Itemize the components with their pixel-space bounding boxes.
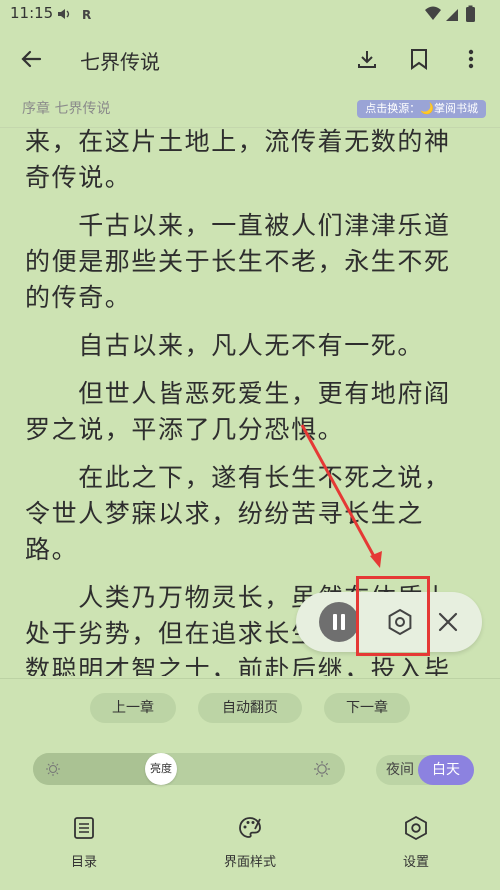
night-mode-option[interactable]: 夜间 [386, 755, 414, 785]
paragraph: 但世人皆恶死爱生，更有地府阎罗之说，平添了几分恐惧。 [25, 379, 451, 444]
brightness-low-icon [46, 762, 60, 776]
day-mode-option[interactable]: 白天 [418, 755, 474, 785]
catalog-icon [74, 817, 94, 839]
status-icons-right [424, 5, 480, 27]
palette-icon [239, 817, 261, 838]
day-night-toggle[interactable]: 夜间 白天 [376, 755, 474, 785]
r-icon: R [82, 8, 91, 22]
brightness-high-icon [314, 761, 330, 777]
top-actions [350, 44, 488, 74]
next-chapter-button[interactable]: 下一章 [324, 693, 410, 723]
nav-settings-label: 设置 [402, 855, 429, 870]
paragraph: 来，在这片土地上，流传着无数的神奇传说。 [25, 127, 451, 192]
more-vert-icon [468, 49, 474, 69]
prev-chapter-button[interactable]: 上一章 [90, 693, 176, 723]
app-bar: 七界传说 [0, 28, 500, 90]
tts-close-button[interactable] [436, 610, 460, 634]
brightness-knob[interactable]: 亮度 [145, 753, 177, 785]
bookmark-icon [411, 49, 427, 70]
chapter-name: 序章 七界传说 [22, 101, 111, 117]
battery-icon [466, 7, 475, 22]
bottom-nav: 目录 界面样式 设置 [0, 815, 500, 875]
close-icon [438, 612, 458, 632]
back-button[interactable] [16, 44, 46, 74]
chapter-info-row: 序章 七界传说 点击换源：🌙掌阅书城 [0, 96, 500, 122]
download-icon [358, 51, 376, 68]
highlight-box [356, 576, 430, 656]
status-icons-left: R [56, 6, 96, 26]
auto-page-button[interactable]: 自动翻页 [198, 693, 302, 723]
nav-style[interactable]: 界面样式 [200, 815, 300, 870]
reader-control-panel: 上一章 自动翻页 下一章 亮度 夜间 白天 目录 界面样式 设置 [0, 678, 500, 890]
status-time: 11:15 [10, 4, 54, 22]
download-button[interactable] [350, 44, 384, 74]
volume-icon: R [58, 8, 91, 22]
back-arrow-icon [21, 50, 42, 68]
paragraph: 自古以来，凡人无不有一死。 [25, 331, 425, 360]
nav-catalog-label: 目录 [70, 855, 97, 870]
nav-style-label: 界面样式 [223, 855, 276, 870]
change-source-badge[interactable]: 点击换源：🌙掌阅书城 [357, 100, 486, 118]
nav-catalog[interactable]: 目录 [34, 815, 134, 870]
paragraph: 千古以来，一直被人们津津乐道的便是那些关于长生不老，永生不死的传奇。 [25, 211, 451, 312]
nav-settings[interactable]: 设置 [366, 815, 466, 870]
settings-icon [405, 815, 427, 841]
wifi-icon [425, 6, 441, 20]
paragraph: 在此之下，遂有长生不死之说，令世人梦寐以求，纷纷苦寻长生之路。 [25, 463, 451, 564]
brightness-slider[interactable]: 亮度 [33, 753, 345, 785]
signal-icon [446, 9, 458, 21]
bookmark-button[interactable] [402, 44, 436, 74]
status-bar: 11:15 R [0, 0, 500, 28]
book-title: 七界传说 [80, 50, 160, 74]
pause-button[interactable] [319, 602, 359, 642]
more-button[interactable] [454, 44, 488, 74]
